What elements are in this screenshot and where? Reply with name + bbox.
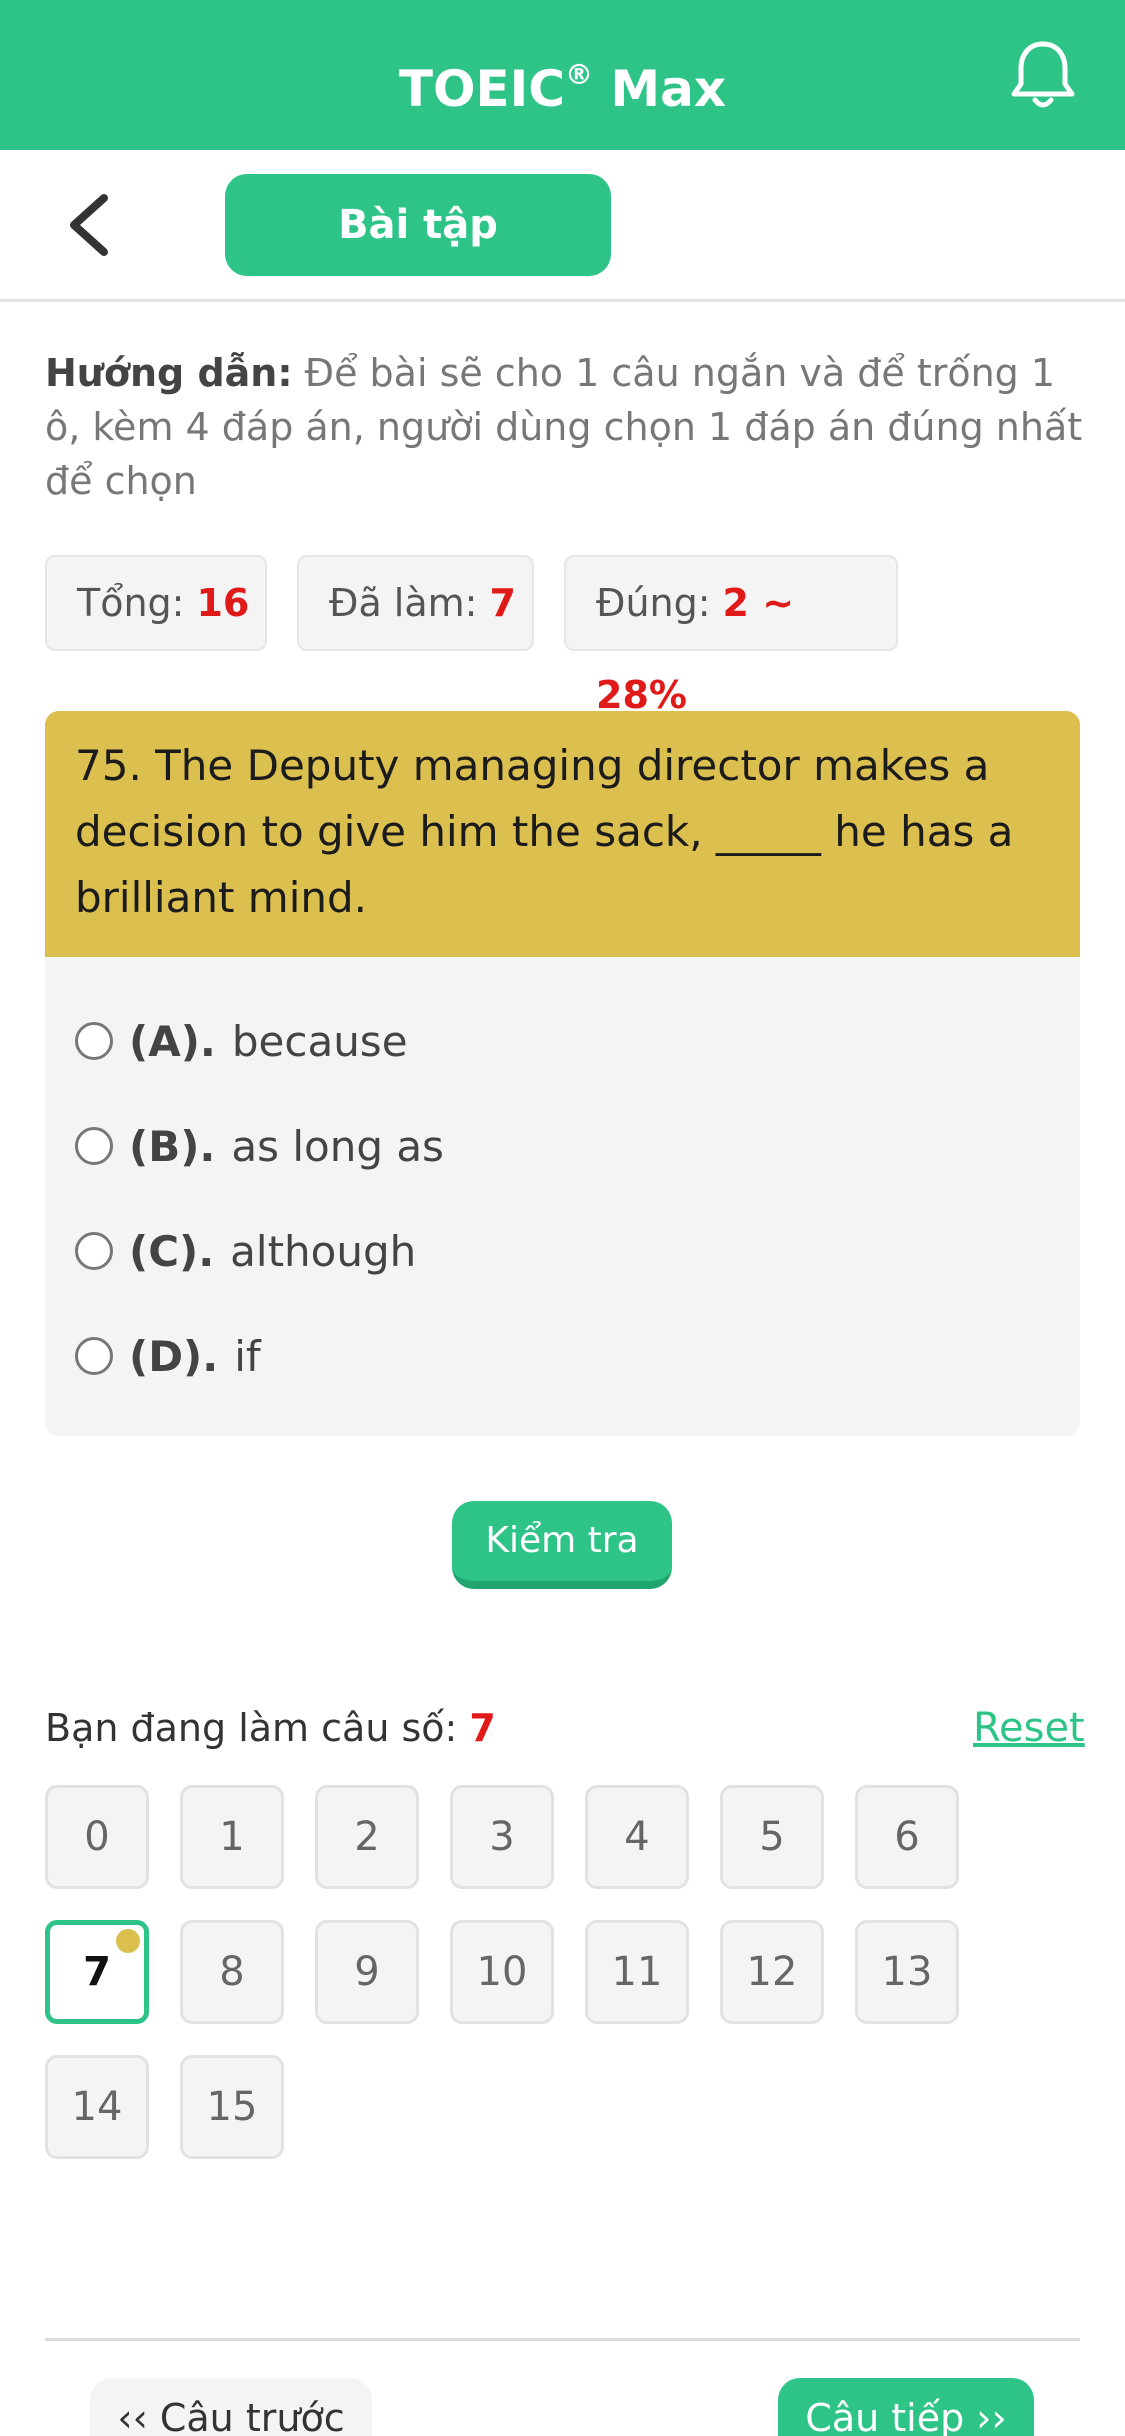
app-title: TOEIC® Max xyxy=(398,58,727,118)
radio-button[interactable] xyxy=(75,1232,113,1270)
option-d[interactable]: (D). if xyxy=(75,1326,261,1386)
previous-question-button[interactable]: ‹‹ Câu trước xyxy=(90,2378,372,2436)
question-number-13[interactable]: 13 xyxy=(855,1920,959,2024)
notification-bell-icon[interactable] xyxy=(1008,38,1078,112)
current-marker-dot xyxy=(116,1929,140,1953)
back-arrow-icon[interactable] xyxy=(60,190,120,260)
question-number-12[interactable]: 12 xyxy=(720,1920,824,2024)
tab-exercises[interactable]: Bài tập xyxy=(225,174,611,276)
question-number-1[interactable]: 1 xyxy=(180,1785,284,1889)
question-number-4[interactable]: 4 xyxy=(585,1785,689,1889)
question-number-10[interactable]: 10 xyxy=(450,1920,554,2024)
question-number-7-current[interactable]: 7 xyxy=(45,1920,149,2024)
question-number-5[interactable]: 5 xyxy=(720,1785,824,1889)
reset-link[interactable]: Reset xyxy=(973,1700,1085,1756)
question-number-15[interactable]: 15 xyxy=(180,2055,284,2159)
footer-divider xyxy=(45,2338,1080,2341)
stat-total: Tổng: 16 xyxy=(45,555,267,651)
question-number-2[interactable]: 2 xyxy=(315,1785,419,1889)
question-number-6[interactable]: 6 xyxy=(855,1785,959,1889)
radio-button[interactable] xyxy=(75,1022,113,1060)
question-number-9[interactable]: 9 xyxy=(315,1920,419,2024)
question-number-8[interactable]: 8 xyxy=(180,1920,284,2024)
check-answer-button[interactable]: Kiểm tra xyxy=(452,1501,672,1589)
question-number-0[interactable]: 0 xyxy=(45,1785,149,1889)
instructions: Hướng dẫn: Để bài sẽ cho 1 câu ngắn và đ… xyxy=(45,346,1085,508)
current-question-indicator: Bạn đang làm câu số: 7 xyxy=(45,1706,496,1750)
sub-navigation: Bài tập xyxy=(0,150,1125,302)
option-b[interactable]: (B). as long as xyxy=(75,1116,444,1176)
option-c[interactable]: (C). although xyxy=(75,1221,416,1281)
stat-done: Đã làm: 7 xyxy=(297,555,534,651)
radio-button[interactable] xyxy=(75,1127,113,1165)
question-number-3[interactable]: 3 xyxy=(450,1785,554,1889)
question-number-11[interactable]: 11 xyxy=(585,1920,689,2024)
stat-correct: Đúng: 2 ~ 28% xyxy=(564,555,898,717)
question-text: 75. The Deputy managing director makes a… xyxy=(45,711,1080,957)
app-header: TOEIC® Max xyxy=(0,0,1125,150)
radio-button[interactable] xyxy=(75,1337,113,1375)
question-card: 75. The Deputy managing director makes a… xyxy=(45,711,1080,1436)
next-question-button[interactable]: Câu tiếp ›› xyxy=(778,2378,1034,2436)
instructions-label: Hướng dẫn: xyxy=(45,351,293,395)
option-a[interactable]: (A). because xyxy=(75,1011,408,1071)
question-number-14[interactable]: 14 xyxy=(45,2055,149,2159)
